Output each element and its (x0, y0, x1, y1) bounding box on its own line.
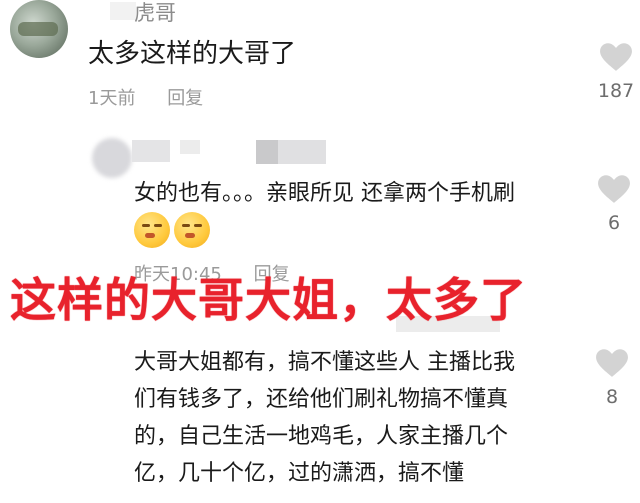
like-button[interactable]: 187 (594, 42, 638, 102)
username-mask (110, 2, 136, 20)
emoji-row (134, 212, 210, 248)
username-mosaic (132, 140, 170, 162)
reply-avatar[interactable] (92, 138, 132, 178)
heart-icon (598, 175, 630, 203)
heart-icon (600, 43, 632, 71)
like-count: 6 (607, 212, 621, 234)
reply-text: 女的也有。。。亲眼所见 还拿两个手机刷 (134, 181, 515, 206)
face-with-steam-emoji (174, 212, 210, 248)
comment-meta: 1天前 回复 (88, 84, 229, 110)
username-mosaic (180, 140, 200, 154)
reply-text: 大哥大姐都有，搞不懂这些人 主播比我 们有钱多了，还给他们刷礼物搞不懂真 的，自… (134, 350, 515, 486)
like-button[interactable]: 8 (590, 348, 634, 408)
avatar[interactable] (10, 0, 68, 58)
reply-target-mosaic (256, 140, 326, 164)
like-count: 8 (605, 386, 619, 408)
overlay-headline: 这样的大哥大姐，太多了 (10, 273, 527, 327)
heart-icon (596, 349, 628, 377)
face-with-steam-emoji (134, 212, 170, 248)
comment-time: 1天前 (88, 88, 136, 109)
comment-text: 太多这样的大哥了 (88, 39, 297, 69)
username[interactable]: 虎哥 (134, 0, 176, 26)
like-count: 187 (597, 80, 635, 102)
reply-button[interactable]: 回复 (167, 88, 203, 109)
like-button[interactable]: 6 (592, 174, 636, 234)
